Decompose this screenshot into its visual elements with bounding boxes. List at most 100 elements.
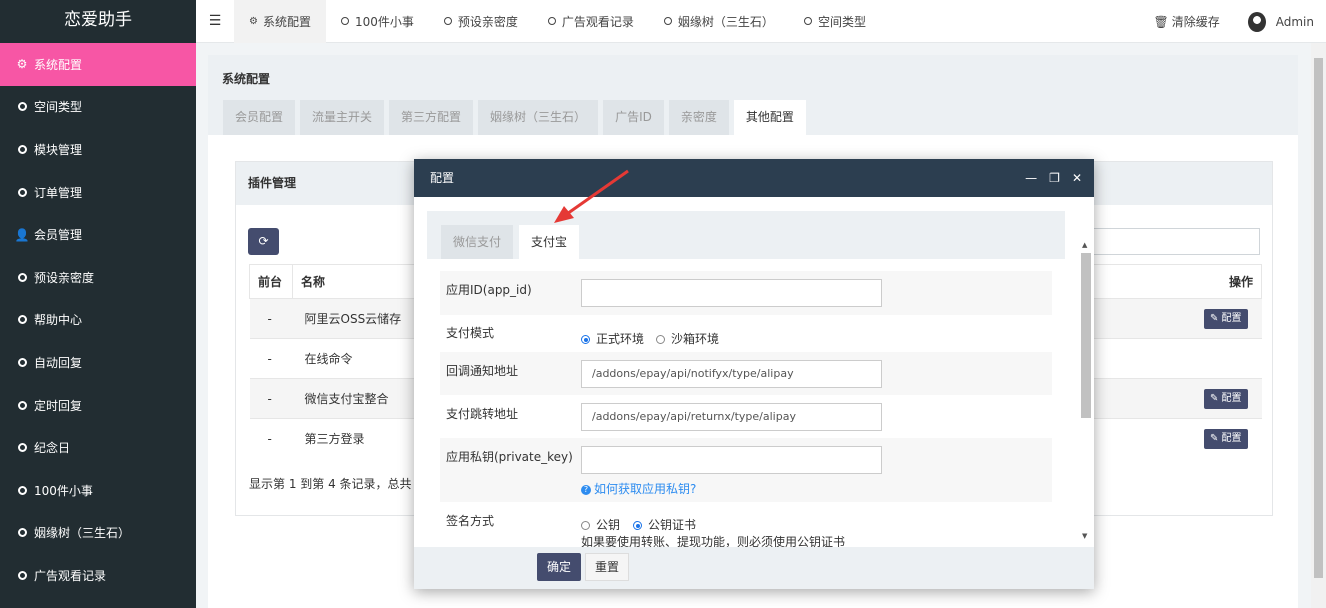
top-tab[interactable]: 广告观看记录 [533,0,649,43]
sidebar-item-label: 纪念日 [34,441,71,456]
config-tab[interactable]: 姻缘树（三生石） [478,100,599,135]
config-button-label: 配置 [1221,432,1242,444]
circle-icon [16,271,28,283]
sidebar-item[interactable]: 模块管理 [0,128,196,171]
top-tab[interactable]: ⚙ 系统配置 [234,0,326,43]
sign-pubkey-radio[interactable]: 公钥 [581,516,620,533]
modal-title: 配置 [430,171,455,185]
payment-tabs-bar: 微信支付 支付宝 [427,211,1065,259]
sidebar-item[interactable]: 100件小事 [0,469,196,512]
top-tab[interactable]: 空间类型 [789,0,881,43]
top-tab-label: 空间类型 [817,14,866,29]
question-icon: ? [581,484,591,495]
top-tab[interactable]: 预设亲密度 [429,0,533,43]
pay-mode-label: 支付模式 [446,326,495,340]
menu-toggle-icon[interactable]: ☰ [196,13,234,29]
page-title: 系统配置 [222,72,271,86]
top-tab[interactable]: 100件小事 [326,0,429,43]
close-icon[interactable]: ✕ [1072,159,1082,197]
config-button[interactable]: ✎ 配置 [1203,388,1248,409]
pencil-icon: ✎ [1209,392,1222,404]
user-icon: 👤 [14,227,30,242]
circle-icon [16,399,28,411]
user-name[interactable]: Admin [1276,15,1314,29]
clear-cache-button[interactable]: 🗑 清除缓存 [1154,13,1220,30]
sidebar-item[interactable]: 订单管理 [0,171,196,214]
reset-button[interactable]: 重置 [585,553,629,581]
private-key-help-label: 如何获取应用私钥? [594,482,697,496]
search-input[interactable] [1090,228,1260,255]
circle-icon [547,17,556,25]
sidebar-item[interactable]: 姻缘树（三生石） [0,512,196,555]
notify-url-input[interactable]: /addons/epay/api/notifyx/type/alipay [581,360,882,388]
return-url-input[interactable]: /addons/epay/api/returnx/type/alipay [581,403,882,431]
scroll-down-icon[interactable]: ▼ [1082,532,1087,540]
app-logo-title: 恋爱助手 [0,0,196,43]
refresh-button[interactable]: ⟳ [248,228,279,255]
confirm-button[interactable]: 确定 [537,553,581,581]
radio-unchecked-icon [581,521,590,530]
sidebar-item[interactable]: 广告观看记录 [0,554,196,597]
sidebar-item-label: 空间类型 [34,100,83,115]
sidebar-item-label: 系统配置 [34,57,83,72]
config-button-label: 配置 [1221,392,1242,404]
circle-icon [16,101,28,113]
sidebar-item[interactable]: 帮助中心 [0,299,196,342]
avatar[interactable] [1247,11,1266,32]
circle-icon [16,442,28,454]
maximize-icon[interactable]: ❐ [1049,159,1060,197]
sidebar-item[interactable]: 空间类型 [0,86,196,129]
config-tab[interactable]: 亲密度 [668,100,729,135]
config-button-label: 配置 [1221,312,1242,324]
config-button[interactable]: ✎ 配置 [1203,308,1248,329]
top-tab-label: 预设亲密度 [457,14,518,29]
sidebar-item[interactable]: 定时回复 [0,384,196,427]
config-tab[interactable]: 其他配置 [733,100,806,135]
radio-unchecked-icon [656,335,665,344]
sidebar-item-label: 预设亲密度 [34,270,95,285]
front-cell: - [249,298,293,339]
config-tab[interactable]: 会员配置 [223,100,296,135]
page-scrollbar[interactable] [1311,43,1326,608]
top-tabs: ⚙ 系统配置 100件小事 预设亲密度 广告观看记录 姻缘树（三生石） 空间类型 [234,0,881,43]
tab-alipay[interactable]: 支付宝 [519,225,580,259]
top-tab-label: 100件小事 [354,14,414,29]
minimize-icon[interactable]: — [1025,159,1037,197]
circle-icon [16,527,28,539]
sidebar-item[interactable]: 预设亲密度 [0,256,196,299]
private-key-help-link[interactable]: ? 如何获取应用私钥? [581,480,696,497]
tab-wechat-pay[interactable]: 微信支付 [441,225,514,259]
front-cell: - [249,418,293,459]
sidebar-item-label: 定时回复 [34,398,83,413]
sidebar-item[interactable]: ⚙ 系统配置 [0,43,196,86]
circle-icon [443,17,452,25]
scroll-up-icon[interactable]: ▲ [1082,241,1087,249]
sign-cert-radio[interactable]: 公钥证书 [633,516,696,533]
row-notify-url: 回调通知地址 /addons/epay/api/notifyx/type/ali… [440,352,1052,395]
sign-cert-label: 公钥证书 [648,518,697,532]
mode-sandbox-radio[interactable]: 沙箱环境 [656,330,719,347]
sidebar-item-label: 会员管理 [34,228,83,243]
sign-pubkey-label: 公钥 [596,518,621,532]
modal-footer: 确定 重置 [414,547,1094,589]
modal-body: 微信支付 支付宝 应用ID(app_id) 支付模式 正式环境 沙箱环境 回调通… [414,197,1094,547]
trash-icon: 🗑 [1153,14,1169,29]
circle-icon [16,314,28,326]
sidebar-item[interactable]: 👤 会员管理 [0,213,196,256]
config-button[interactable]: ✎ 配置 [1203,428,1248,449]
row-private-key: 应用私钥(private_key) ? 如何获取应用私钥? [440,438,1052,502]
config-tab[interactable]: 第三方配置 [389,100,474,135]
top-tab[interactable]: 姻缘树（三生石） [649,0,789,43]
mode-prod-radio[interactable]: 正式环境 [581,330,644,347]
page-scrollbar-thumb[interactable] [1314,58,1323,578]
modal-scrollbar[interactable]: ▲ ▼ [1081,241,1091,547]
sidebar-item[interactable]: 自动回复 [0,341,196,384]
app-id-input[interactable] [581,279,882,307]
col-front: 前台 [249,264,293,299]
config-tab[interactable]: 广告ID [603,100,664,135]
private-key-input[interactable] [581,446,882,474]
config-tab[interactable]: 流量主开关 [300,100,385,135]
front-cell: - [249,378,293,419]
modal-scrollbar-thumb[interactable] [1081,253,1091,418]
sidebar-item[interactable]: 纪念日 [0,426,196,469]
